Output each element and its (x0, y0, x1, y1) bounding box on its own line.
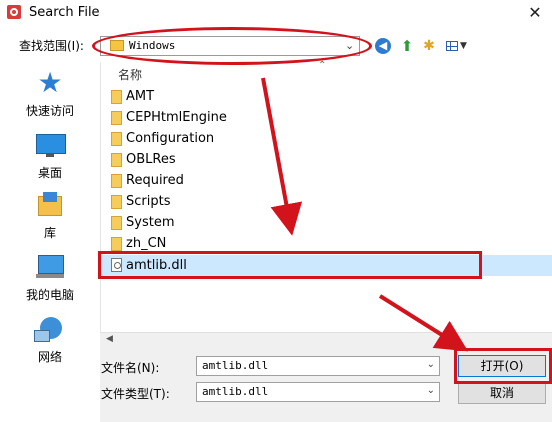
annotation-arrow-right (378, 294, 469, 352)
annotation-arrow-down (261, 77, 303, 236)
annotation-arrows (261, 77, 469, 352)
